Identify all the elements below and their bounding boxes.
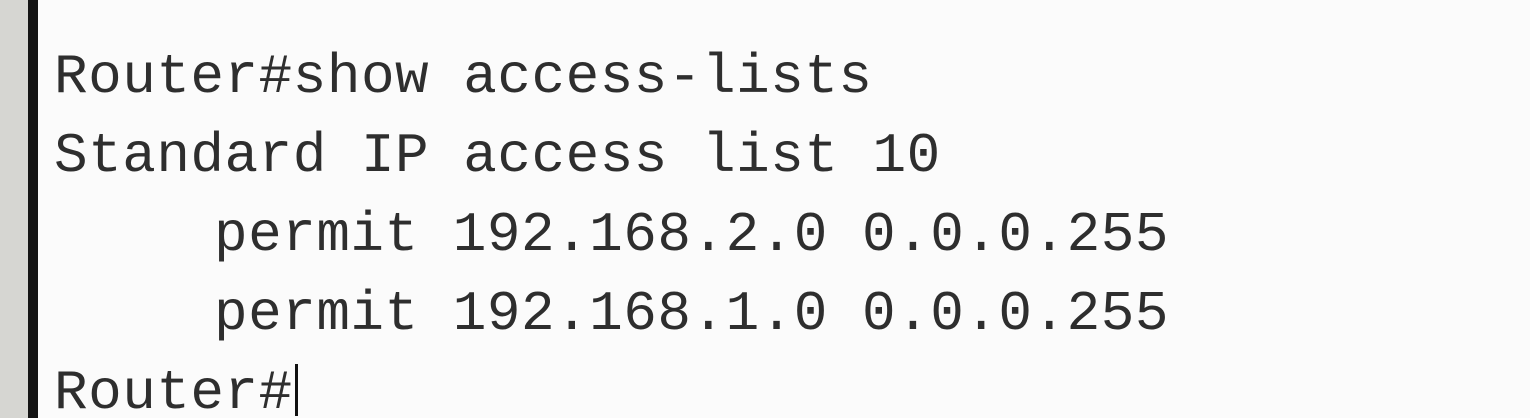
terminal-console[interactable]: Router#show access-lists Standard IP acc… [38, 0, 1530, 418]
window-gutter [0, 0, 28, 418]
terminal-prompt-line[interactable]: Router# [54, 354, 1169, 418]
terminal-line-acl-header: Standard IP access list 10 [54, 124, 941, 188]
terminal-line-command: Router#show access-lists [54, 45, 873, 109]
terminal-line-acl-entry: permit 192.168.1.0 0.0.0.255 [214, 282, 1169, 346]
window-border [28, 0, 38, 418]
terminal-line-acl-entry: permit 192.168.2.0 0.0.0.255 [214, 203, 1169, 267]
terminal-output: Router#show access-lists Standard IP acc… [54, 38, 1169, 418]
terminal-prompt: Router# [54, 361, 293, 418]
text-cursor [294, 364, 298, 416]
